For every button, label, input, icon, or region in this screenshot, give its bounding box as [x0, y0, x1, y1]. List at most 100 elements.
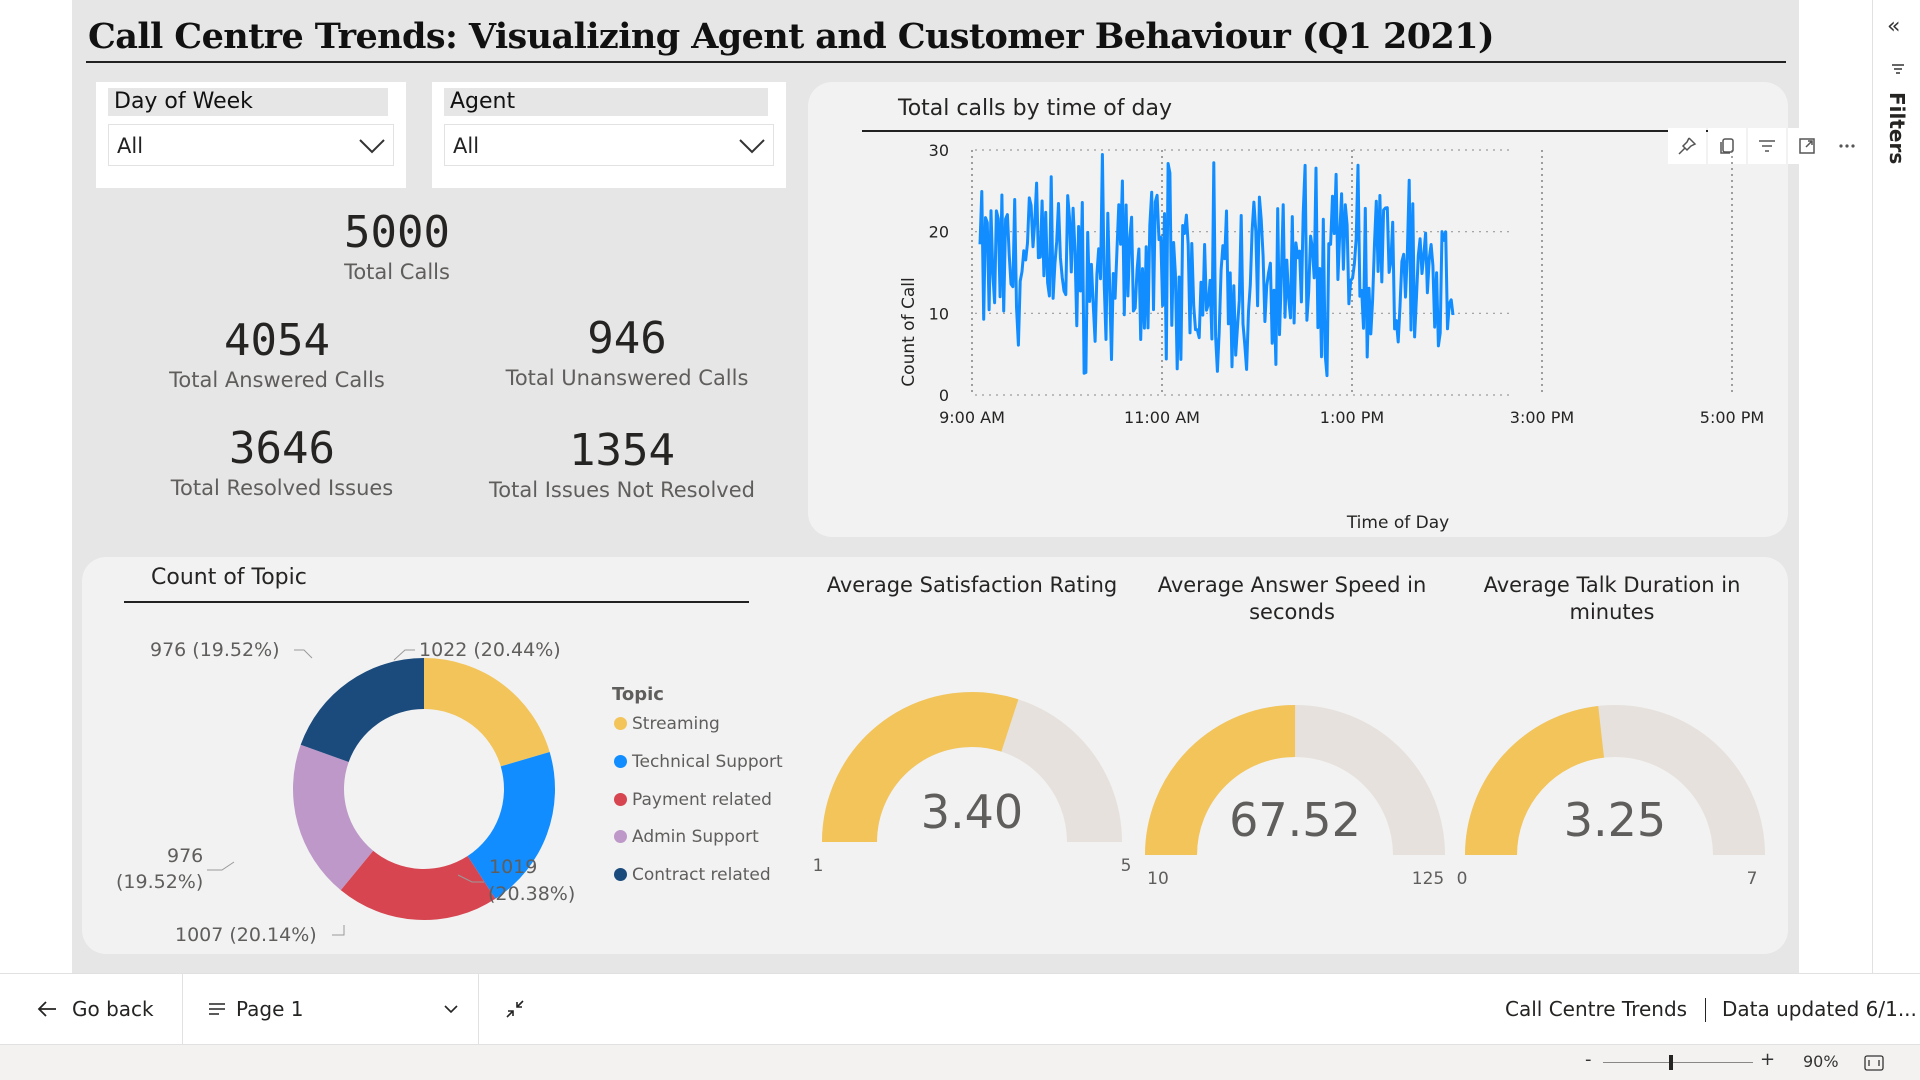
page-selector[interactable]: Page 1 — [208, 974, 460, 1045]
donut-label-technical-1: 1019 — [489, 856, 537, 878]
y-tick-label: 10 — [929, 304, 949, 323]
legend-label: Technical Support — [632, 752, 783, 772]
kpi-answered: 4054 Total Answered Calls — [127, 316, 427, 394]
donut-label-admin-1: 976 — [167, 845, 203, 867]
kpi-answered-value: 4054 — [224, 315, 330, 366]
go-back-button[interactable]: Go back — [36, 974, 154, 1045]
filters-pane[interactable]: « Filters — [1872, 0, 1920, 973]
gauge-max: 125 — [1412, 869, 1444, 889]
kpi-total-calls: 5000 Total Calls — [272, 208, 522, 286]
slicer-day-of-week-label: Day of Week — [108, 88, 388, 116]
gauge-answer-speed[interactable]: 67.52 10 125 — [1132, 690, 1452, 900]
gauge-title-answer-speed: Average Answer Speed in seconds — [1157, 573, 1427, 624]
donut-label-technical-2: (20.38%) — [488, 883, 575, 905]
filter-icon — [1892, 64, 1904, 74]
donut-title: Count of Topic — [151, 565, 307, 590]
focus-mode-icon — [1799, 138, 1815, 154]
donut-legend-title: Topic — [612, 684, 664, 705]
chevron-down-icon — [739, 139, 765, 154]
more-options-icon — [1839, 144, 1855, 148]
y-tick-label: 20 — [929, 223, 949, 242]
x-tick-label: 9:00 AM — [939, 408, 1005, 427]
donut-slice-contract-related[interactable] — [300, 658, 424, 762]
x-tick-label: 3:00 PM — [1510, 408, 1574, 427]
x-tick-label: 5:00 PM — [1700, 408, 1764, 427]
gauge-title-satisfaction: Average Satisfaction Rating — [826, 573, 1118, 597]
kpi-unanswered-label: Total Unanswered Calls — [505, 366, 749, 390]
kpi-resolved-value: 3646 — [229, 423, 335, 474]
kpi-resolved-label: Total Resolved Issues — [170, 476, 394, 500]
zoom-in-button[interactable]: + — [1760, 1049, 1775, 1070]
leader-line-contract — [294, 649, 313, 659]
data-updated: Data updated 6/1... — [1722, 997, 1917, 1021]
donut-slice-streaming[interactable] — [424, 658, 550, 767]
slicer-day-of-week: Day of Week All — [96, 82, 406, 188]
legend-item-streaming[interactable]: Streaming — [614, 714, 720, 734]
donut-label-admin-2: (19.52%) — [116, 871, 203, 893]
page-label: Page 1 — [236, 997, 304, 1021]
legend-item-technical-support[interactable]: Technical Support — [614, 752, 783, 772]
gauge-min: 0 — [1457, 869, 1468, 889]
y-axis-label: Count of Call — [899, 277, 919, 386]
y-tick-label: 30 — [929, 141, 949, 160]
status-bar: - + 90% — [0, 1044, 1920, 1080]
kpi-total-calls-value: 5000 — [344, 207, 450, 258]
go-back-label: Go back — [72, 997, 154, 1021]
x-axis-label: Time of Day — [1346, 513, 1449, 533]
legend-label: Payment related — [632, 790, 772, 810]
legend-item-payment-related[interactable]: Payment related — [614, 790, 772, 810]
x-tick-label: 1:00 PM — [1320, 408, 1384, 427]
donut-label-streaming: 1022 (20.44%) — [419, 639, 561, 661]
gauge-value: 67.52 — [1229, 793, 1361, 847]
gauge-talk-duration[interactable]: 3.25 0 7 — [1452, 690, 1772, 900]
agent-dropdown[interactable]: All — [444, 124, 774, 166]
kpi-not-resolved: 1354 Total Issues Not Resolved — [452, 426, 792, 504]
gauge-max: 5 — [1121, 856, 1132, 876]
bar-separator — [182, 974, 183, 1045]
zoom-level: 90% — [1803, 1052, 1839, 1071]
legend-dot — [614, 793, 627, 806]
series-line-calls — [978, 153, 1455, 378]
gauge-min: 1 — [813, 856, 824, 876]
focus-mode-button[interactable] — [1788, 128, 1826, 164]
kpi-unanswered-value: 946 — [587, 313, 667, 364]
legend-dot — [614, 755, 627, 768]
kpi-not-resolved-label: Total Issues Not Resolved — [489, 478, 755, 502]
line-chart-svg: 0 10 20 30 9:00 AM 11:00 AM 1:00 PM 3:00 PM 5:0… — [899, 141, 1764, 533]
gauge-min: 10 — [1147, 869, 1169, 889]
gauge-title-talk-duration: Average Talk Duration in minutes — [1483, 573, 1741, 624]
y-axis-ticks: 0 10 20 30 — [929, 141, 949, 405]
legend-item-contract-related[interactable]: Contract related — [614, 865, 771, 885]
slicer-agent: Agent All — [432, 82, 786, 188]
donut-label-payment: 1007 (20.14%) — [175, 924, 317, 946]
zoom-slider-thumb[interactable] — [1668, 1055, 1673, 1070]
legend-label: Contract related — [632, 865, 771, 885]
arrow-left-icon — [37, 1001, 56, 1017]
x-tick-label: 11:00 AM — [1124, 408, 1200, 427]
leader-line-streaming — [393, 649, 415, 661]
collapse-button[interactable] — [504, 974, 526, 1045]
kpi-answered-label: Total Answered Calls — [169, 368, 385, 392]
more-options-button[interactable] — [1828, 128, 1866, 164]
gauge-value: 3.40 — [921, 785, 1023, 839]
fit-page-icon[interactable] — [1864, 1055, 1884, 1071]
hamburger-icon — [209, 1003, 225, 1015]
leader-line-payment — [332, 925, 345, 936]
bar-separator — [478, 974, 479, 1045]
legend-item-admin-support[interactable]: Admin Support — [614, 827, 759, 847]
collapse-pane-icon[interactable]: « — [1887, 14, 1900, 39]
zoom-slider-track[interactable] — [1603, 1062, 1753, 1063]
legend-dot — [614, 717, 627, 730]
kpi-total-calls-label: Total Calls — [344, 260, 450, 284]
report-name: Call Centre Trends — [1505, 997, 1688, 1021]
day-of-week-value: All — [117, 134, 144, 158]
agent-value: All — [453, 134, 480, 158]
kpi-not-resolved-value: 1354 — [569, 425, 675, 476]
kpi-resolved: 3646 Total Resolved Issues — [132, 424, 432, 502]
title-underline — [86, 61, 1786, 63]
zoom-out-button[interactable]: - — [1585, 1049, 1592, 1070]
gauge-satisfaction[interactable]: 3.40 1 5 — [804, 680, 1144, 890]
filters-label[interactable]: Filters — [1885, 92, 1909, 164]
donut-chart[interactable]: 1022 (20.44%) 976 (19.52%) 1019 (20.38%)… — [72, 600, 712, 960]
day-of-week-dropdown[interactable]: All — [108, 124, 394, 166]
